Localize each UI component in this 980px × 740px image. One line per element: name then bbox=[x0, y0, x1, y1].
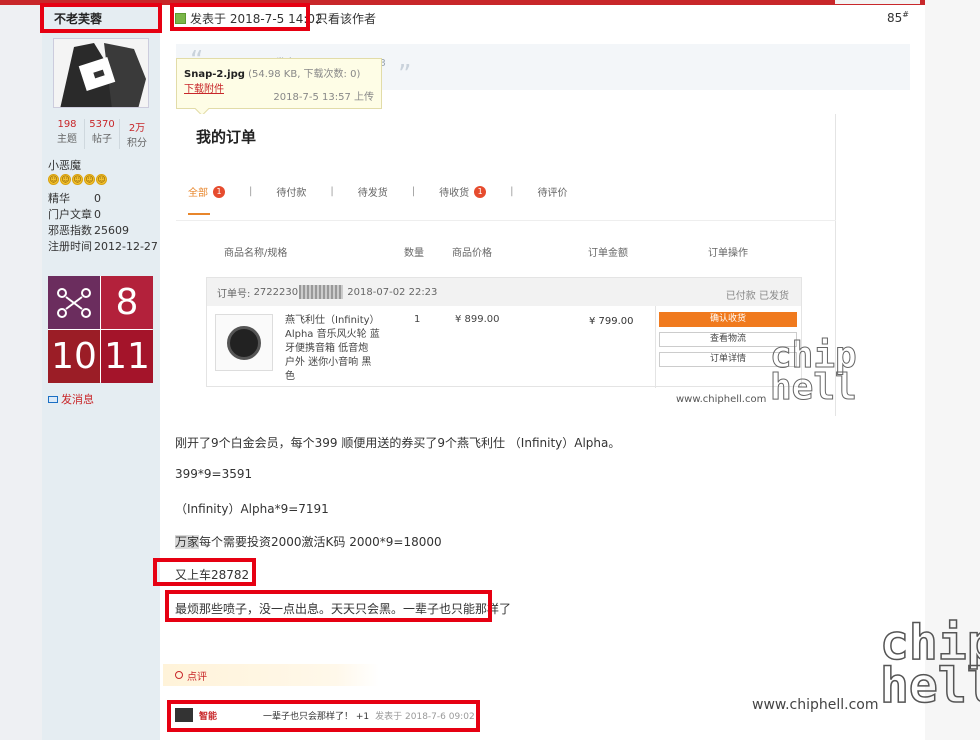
send-message-link[interactable]: 发消息 bbox=[48, 391, 94, 407]
medal-network[interactable] bbox=[48, 276, 100, 329]
rank-stars: ☺ ☺ ☺ ☺ ☺ bbox=[48, 174, 107, 185]
smiley-icon: ☺ bbox=[84, 174, 95, 185]
order-card: 订单号: 2722230 2018-07-02 22:23 已付款 已发货 燕飞… bbox=[206, 277, 802, 388]
order-tabs: 全部 1 | 待付款 | 待发货 | 待收货 1 | 待评价 bbox=[188, 184, 568, 199]
tab-all: 全部 1 bbox=[188, 184, 225, 199]
profile-row: 精华 0 bbox=[48, 192, 101, 205]
tab-pending-shipment: 待发货 bbox=[357, 188, 388, 199]
profile-row: 注册时间 2012-12-27 bbox=[48, 240, 158, 253]
product-price: ¥ 899.00 bbox=[455, 314, 500, 325]
profile-row: 门户文章 0 bbox=[48, 208, 101, 221]
medal-11[interactable]: 11 bbox=[101, 330, 153, 383]
body-line-1: 刚开了9个白金会员，每个399 顺便用送的券买了9个燕飞利仕 （Infinity… bbox=[175, 436, 621, 450]
highlighted-text: 万家 bbox=[175, 535, 200, 549]
body-line-4: 万家每个需要投资2000激活K码 2000*9=18000 bbox=[175, 535, 442, 549]
author-medals: 8 10 11 bbox=[48, 276, 153, 383]
medal-10[interactable]: 10 bbox=[48, 330, 100, 383]
author-stats: 198 主题 5370 帖子 2万 积分 bbox=[50, 119, 154, 149]
attachment-uploaded: 2018-7-5 13:57 上传 bbox=[273, 92, 374, 103]
highlight-box-timestamp bbox=[170, 3, 310, 31]
watermark-text: www.chiphell.com bbox=[752, 697, 879, 713]
highlight-box-comment bbox=[167, 700, 480, 732]
chiphell-logo-small: chip hell bbox=[770, 335, 858, 409]
attachment-tooltip: Snap-2.jpg (54.98 KB, 下载次数: 0) 下载附件 2018… bbox=[176, 58, 382, 117]
speaker-icon bbox=[227, 325, 261, 360]
body-line-2: 399*9=3591 bbox=[175, 467, 253, 481]
mail-icon bbox=[48, 395, 58, 403]
masked-order-number bbox=[299, 285, 344, 299]
quote-close-icon: ” bbox=[398, 60, 412, 90]
column-divider bbox=[655, 306, 656, 388]
chiphell-logo-large: chiphell bbox=[879, 615, 980, 715]
forum-post-page: 不老芙蓉 198 主题 5370 帖子 2万 积分 小恶魔 ☺ ☺ ☺ ☺ ☺ 精华 0… bbox=[0, 0, 980, 740]
product-quantity: 1 bbox=[414, 314, 421, 325]
order-status: 已付款 已发货 bbox=[725, 291, 789, 302]
product-name: 燕飞利仕（Infinity）Alpha 音乐风火轮 蓝牙便携音箱 低音炮 户外 … bbox=[285, 315, 380, 382]
stat-posts[interactable]: 5370 帖子 bbox=[85, 119, 120, 149]
send-message-label: 发消息 bbox=[61, 393, 94, 406]
attached-screenshot[interactable]: 我的订单 全部 1 | 待付款 | 待发货 | 待收货 1 | 待评价 商品名称/规… bbox=[176, 114, 836, 416]
comment-icon bbox=[175, 671, 183, 679]
comments-header: 点评 bbox=[163, 664, 379, 686]
stat-credits[interactable]: 2万 积分 bbox=[120, 119, 154, 149]
confirm-receipt-button: 确认收货 bbox=[659, 312, 797, 327]
stat-topics[interactable]: 198 主题 bbox=[50, 119, 85, 149]
tab-pending-payment: 待付款 bbox=[276, 188, 307, 199]
tab-divider bbox=[176, 220, 836, 221]
smiley-icon: ☺ bbox=[48, 174, 59, 185]
top-nav-button[interactable] bbox=[835, 0, 920, 4]
screenshot-watermark-text: www.chiphell.com bbox=[676, 394, 767, 405]
floor-number[interactable]: 85# bbox=[887, 10, 909, 25]
order-total: ¥ 799.00 bbox=[589, 316, 634, 327]
author-profile: 精华 0 门户文章 0 邪恶指数 25609 注册时间 2012-12-27 bbox=[48, 191, 158, 255]
tab-pending-review: 待评价 bbox=[537, 188, 568, 199]
highlight-box-line6 bbox=[165, 590, 492, 622]
product-image bbox=[215, 314, 273, 371]
medal-8[interactable]: 8 bbox=[101, 276, 153, 329]
profile-row: 邪恶指数 25609 bbox=[48, 224, 129, 237]
active-tab-underline bbox=[188, 213, 210, 215]
order-page-title: 我的订单 bbox=[196, 128, 257, 146]
highlight-box-line5 bbox=[153, 558, 256, 586]
order-header: 订单号: 2722230 2018-07-02 22:23 已付款 已发货 bbox=[207, 278, 801, 306]
attachment-filename: Snap-2.jpg (54.98 KB, 下载次数: 0) bbox=[184, 69, 361, 80]
only-author-link[interactable]: 只看该作者 bbox=[316, 10, 376, 27]
body-line-3: （Infinity）Alpha*9=7191 bbox=[175, 502, 329, 516]
tab-pending-receipt: 待收货 1 bbox=[439, 184, 487, 199]
author-avatar[interactable] bbox=[53, 38, 149, 108]
author-rank[interactable]: 小恶魔 bbox=[48, 157, 81, 173]
smiley-icon: ☺ bbox=[96, 174, 107, 185]
highlight-box-username bbox=[40, 3, 162, 33]
network-icon bbox=[57, 287, 91, 318]
smiley-icon: ☺ bbox=[60, 174, 71, 185]
smiley-icon: ☺ bbox=[72, 174, 83, 185]
